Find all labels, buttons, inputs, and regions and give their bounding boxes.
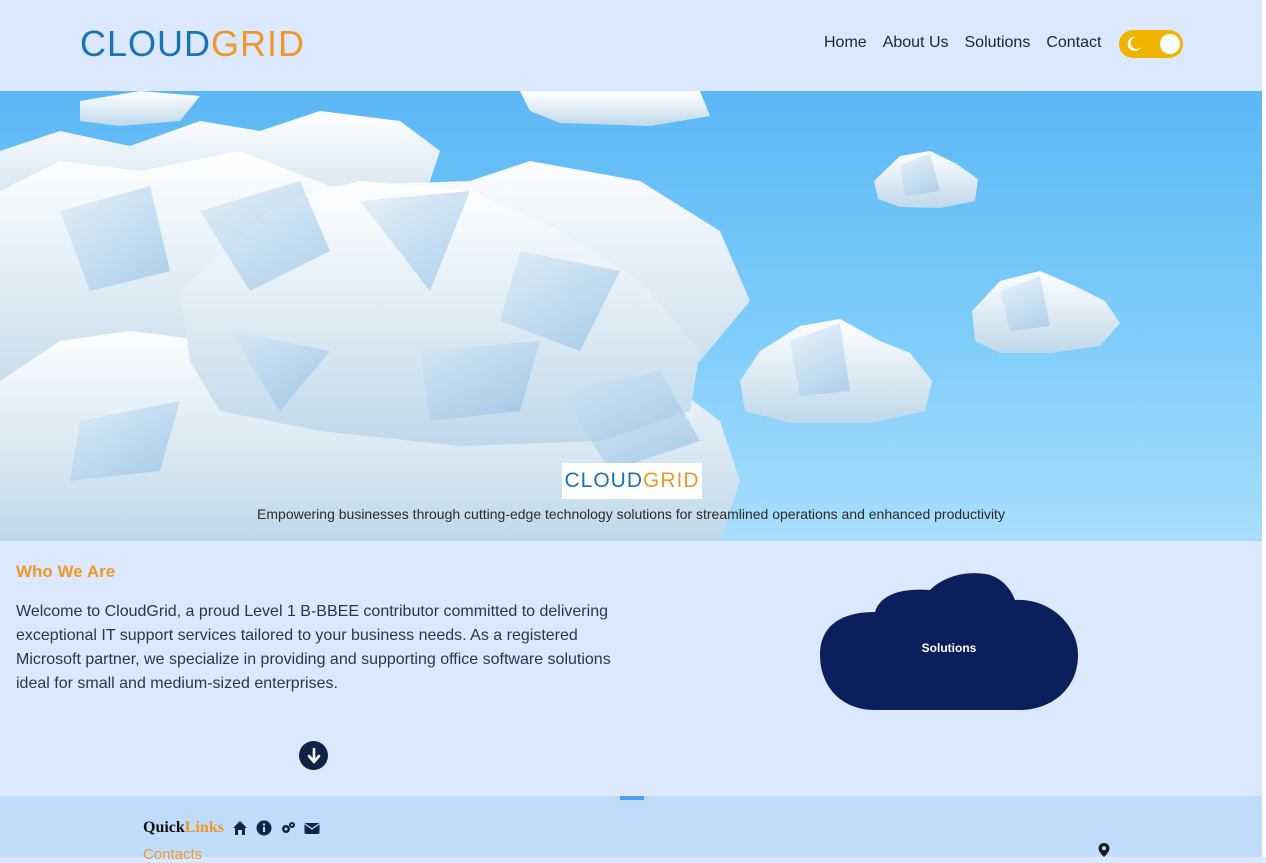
info-icon[interactable] <box>256 820 272 836</box>
hero-tagline: Empowering businesses through cutting-ed… <box>257 506 1005 522</box>
hero-logo-grid-text: GRID <box>643 469 700 492</box>
home-icon[interactable] <box>232 820 248 836</box>
cogs-icon[interactable] <box>280 820 296 836</box>
map-pin-icon <box>1098 843 1110 857</box>
quick-links-links: Links <box>184 819 224 836</box>
who-we-are-text: Welcome to CloudGrid, a proud Level 1 B-… <box>16 603 611 692</box>
hero-logo-cloud-text: CLOUD <box>564 469 643 492</box>
arrow-down-icon <box>307 747 320 763</box>
quick-links-heading: QuickLinks <box>143 819 224 837</box>
page: CLOUD GRID Home About Us Solutions Contac… <box>0 0 1262 863</box>
quick-links-quick: Quick <box>143 819 185 836</box>
quick-links-icons <box>232 820 320 836</box>
logo-cloud-text: CLOUD <box>80 23 212 64</box>
nav-contact[interactable]: Contact <box>1046 33 1101 53</box>
who-we-are-heading: Who We Are <box>16 562 116 581</box>
header: CLOUD GRID Home About Us Solutions Contac… <box>0 0 1262 91</box>
footer-indicator <box>620 796 644 800</box>
nav-home[interactable]: Home <box>824 33 867 53</box>
brand-logo[interactable]: CLOUD GRID <box>80 24 305 64</box>
contacts-link[interactable]: Contacts <box>143 846 202 863</box>
nav-solutions[interactable]: Solutions <box>965 33 1031 53</box>
toggle-knob <box>1160 34 1180 54</box>
scroll-down-button[interactable] <box>299 741 328 770</box>
nav-about-us[interactable]: About Us <box>883 33 949 53</box>
solutions-cloud-label[interactable]: Solutions <box>820 641 1078 655</box>
dark-mode-toggle[interactable] <box>1119 30 1183 58</box>
main-nav: Home About Us Solutions Contact <box>824 33 1117 53</box>
moon-icon <box>1127 36 1141 51</box>
logo-grid-text: GRID <box>211 23 306 64</box>
envelope-icon[interactable] <box>304 820 320 836</box>
hero-banner: CLOUD GRID Empowering businesses through … <box>0 91 1262 541</box>
hero-logo-badge: CLOUD GRID <box>562 463 702 499</box>
footer: QuickLinks Contacts <box>0 796 1262 863</box>
page-edge <box>1262 0 1266 857</box>
